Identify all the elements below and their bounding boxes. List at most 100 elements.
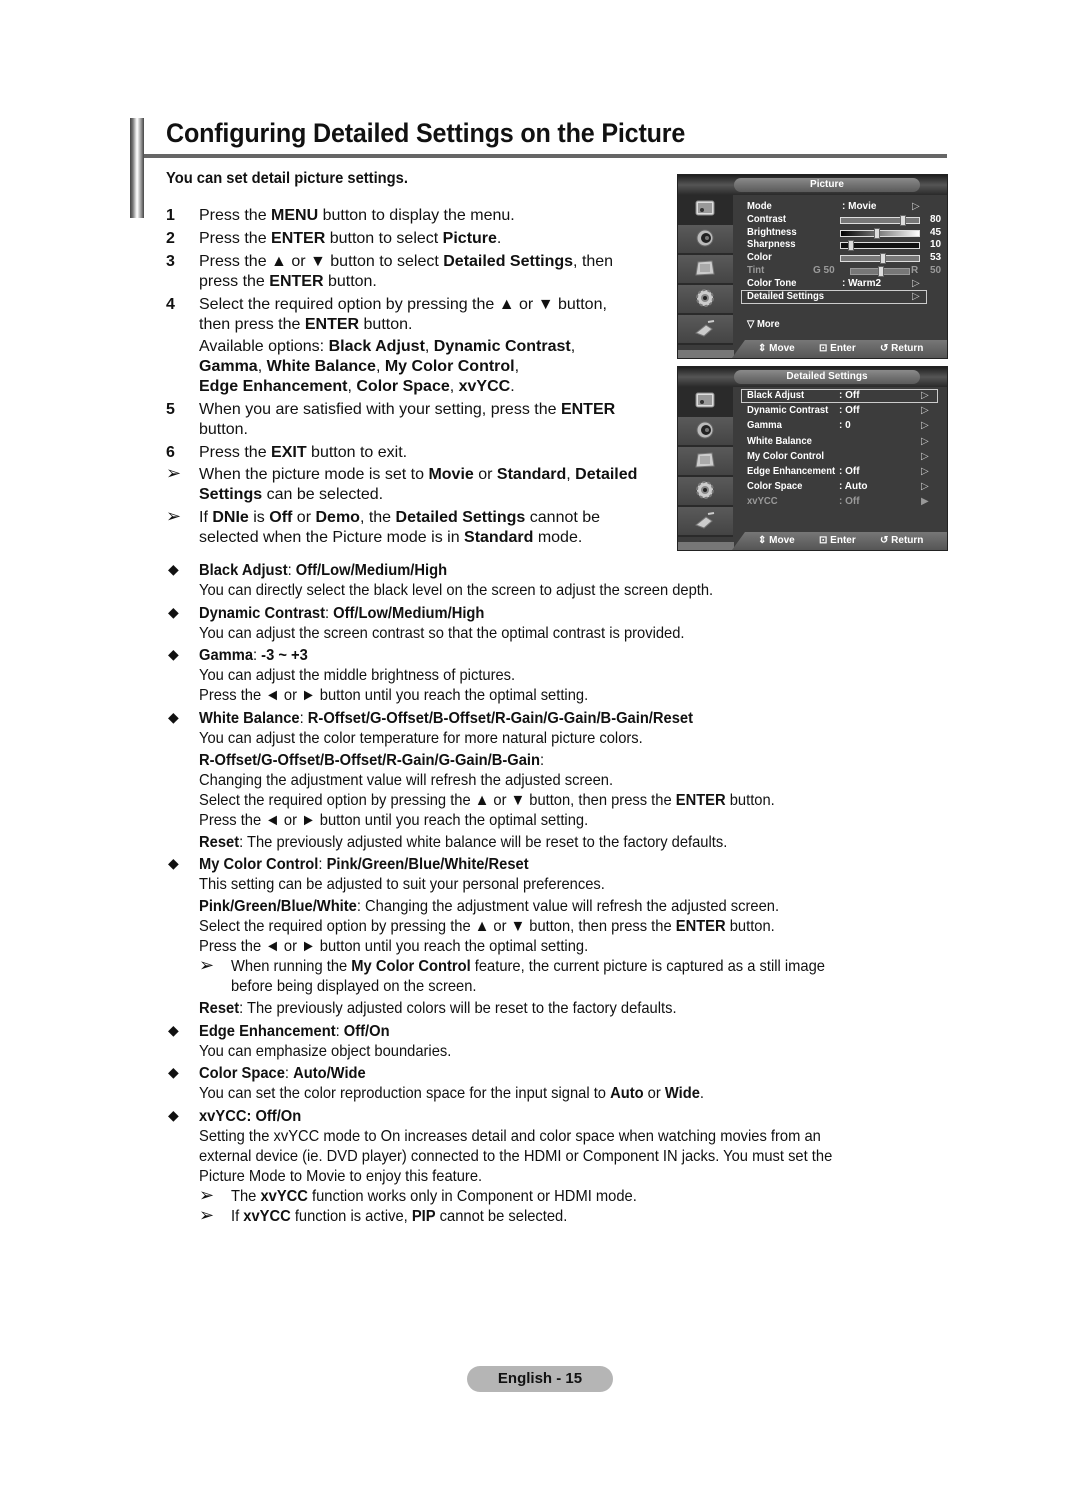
option-body-line: before being displayed on the screen. [231,978,477,995]
step-text: Press the ▲ or ▼ button to select Detail… [199,253,614,270]
osd-row-value: : Off [839,405,860,417]
note-arrow-icon: ➢ [199,955,215,975]
option-heading: Color Space: Auto/Wide [199,1065,366,1082]
option-body-line: Setting the xvYCC mode to On increases d… [199,1127,821,1145]
osd-menu-tab-setup[interactable] [678,285,733,315]
osd-row-label[interactable]: Brightness [747,227,797,238]
osd-row-label[interactable]: Black Adjust [747,390,804,401]
osd-row-label[interactable]: White Balance [747,436,812,447]
note-arrow-icon: ➢ [166,506,182,526]
step-text: Select the required option by pressing t… [199,296,607,313]
step-text: press the ENTER button. [199,273,377,290]
option-body-line: You can adjust the color temperature for… [199,729,643,747]
osd-row-label[interactable]: Mode [747,201,772,212]
option-heading: Gamma: -3 ~ +3 [199,647,308,664]
note-arrow-icon: ➢ [199,1184,215,1205]
osd-menu-tab-channel[interactable] [678,447,733,477]
page-number: English - 15 [467,1366,613,1392]
osd-menu-tab-picture[interactable] [678,195,733,225]
osd-menu-tab-sound[interactable] [678,417,733,447]
osd-row-label[interactable]: Color [747,252,772,263]
osd-menu-tab-channel[interactable] [678,255,733,285]
osd-row-label[interactable]: Color Space [747,481,802,492]
osd-row-label[interactable]: Dynamic Contrast [747,405,828,416]
setup-icon [694,289,716,307]
osd-row-arrow-icon: ▶ [921,496,929,508]
option-body-line: Pink/Green/Blue/White: Changing the adju… [199,898,780,915]
osd-row-arrow-icon: ▷ [921,435,929,447]
osd-row-label[interactable]: Color Tone [747,278,796,289]
note-text: When the picture mode is set to Movie or… [199,466,638,483]
osd-row-label[interactable]: Detailed Settings [747,291,824,302]
option-body-line: You can set the color reproduction space… [199,1085,704,1102]
osd-slider-color [840,253,920,265]
note-text: If DNIe is Off or Demo, the Detailed Set… [199,509,601,526]
option-heading: White Balance: R-Offset/G-Offset/B-Offse… [199,709,693,727]
page-title: Configuring Detailed Settings on the Pic… [166,118,686,148]
osd-footer: ⇕ Move ⊡ Enter ↺ Return [732,340,947,358]
osd-menu-tab-input[interactable] [678,507,733,537]
bullet-diamond-icon: ◆ [168,603,179,620]
step-text: When you are satisfied with your setting… [199,401,616,418]
bullet-diamond-icon: ◆ [168,708,179,725]
option-note: If xvYCC function is active, PIP cannot … [231,1207,568,1225]
osd-row-label[interactable]: Edge Enhancement [747,466,835,477]
osd-menu-tab-input[interactable] [678,315,733,345]
step-text: Available options: Black Adjust, Dynamic… [199,338,576,355]
option-body-line: Select the required option by pressing t… [199,791,775,809]
option-body-line: Select the required option by pressing t… [199,918,775,935]
osd-row-value: : Off [839,390,860,401]
osd-row-arrow-icon: ▷ [921,481,929,493]
osd-row-label[interactable]: xvYCC [747,496,778,507]
osd-row-arrow-icon: ▷ [912,290,920,302]
sound-icon [694,229,716,247]
osd-row-label[interactable]: Tint [747,265,764,276]
osd-slider-value: 10 [930,239,942,251]
step-text: Edge Enhancement, Color Space, xvYCC. [199,378,515,395]
osd-slider-tint [850,266,910,277]
option-body-line: This setting can be adjusted to suit you… [199,876,605,893]
osd-slider-sharpness [840,240,920,252]
note-arrow-icon: ➢ [199,1204,215,1225]
osd-row-arrow-icon: ▷ [921,405,929,417]
note-arrow-icon: ➢ [166,463,182,483]
osd-row-label[interactable]: Sharpness [747,239,796,250]
option-heading: Dynamic Contrast: Off/Low/Medium/High [199,604,485,622]
option-body-line: You can adjust the middle brightness of … [199,667,516,684]
osd-row-arrow-icon: ▷ [921,420,929,432]
osd-row-arrow-icon: ▷ [921,450,929,462]
option-body-line: You can adjust the screen contrast so th… [199,624,685,642]
osd-slider-value: 80 [930,213,942,225]
osd-slider-value: 50 [930,265,942,276]
osd-slider-contrast [840,214,920,226]
osd-row-label[interactable]: Gamma [747,420,782,431]
bullet-diamond-icon: ◆ [168,1064,179,1080]
osd-menu-tab-picture[interactable] [678,387,733,417]
bullet-diamond-icon: ◆ [168,646,179,662]
sound-icon [694,421,716,439]
osd-menu-tab-sound[interactable] [678,225,733,255]
osd-row-arrow-icon: ▷ [912,277,920,289]
osd-row-label[interactable]: My Color Control [747,451,824,462]
osd-footer-return: ↺ Return [880,343,924,354]
step-text: Press the MENU button to display the men… [199,207,515,224]
step-number: 1 [166,207,175,224]
option-body-line: Picture Mode to Movie to enjoy this feat… [199,1167,483,1185]
osd-menu-tab-setup[interactable] [678,477,733,507]
step-number: 4 [166,296,175,313]
bullet-diamond-icon: ◆ [168,1021,179,1038]
osd-row-label[interactable]: Contrast [747,214,786,225]
osd-footer-return: ↺ Return [880,535,924,546]
step-text: Gamma, White Balance, My Color Control, [199,358,520,375]
osd-slider-right-label: R [911,265,919,276]
step-text: button. [199,421,248,438]
osd-row-value: : Movie [842,201,877,212]
osd-slider-left-label: G 50 [813,265,835,276]
osd-row-arrow-icon: ▷ [921,466,929,477]
osd-footer-enter: ⊡ Enter [819,343,856,354]
bullet-diamond-icon: ◆ [168,561,179,577]
osd-row-value: : Off [839,466,860,477]
option-body-line: Changing the adjustment value will refre… [199,771,614,789]
option-body-line: Reset: The previously adjusted white bal… [199,833,728,851]
osd-more-item[interactable]: ▽ More [747,319,780,330]
